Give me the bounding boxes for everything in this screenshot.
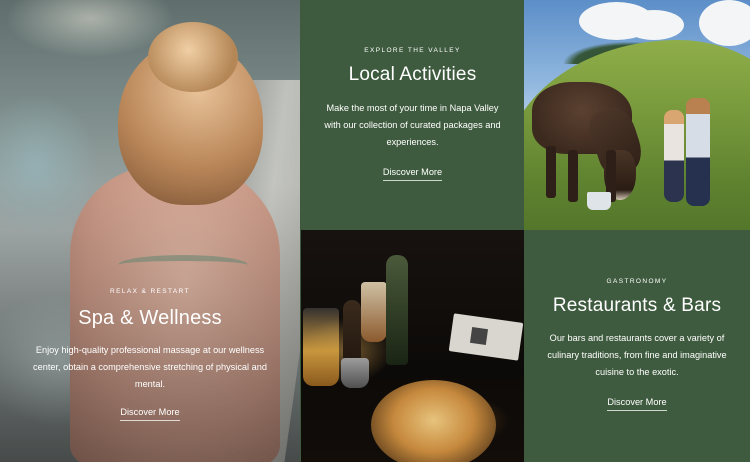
spa-title: Spa & Wellness xyxy=(78,307,222,329)
child-figure xyxy=(664,110,684,202)
activities-eyebrow: EXPLORE THE VALLEY xyxy=(364,47,461,54)
activities-text-block: EXPLORE THE VALLEY Local Activities Make… xyxy=(301,47,524,181)
children-with-cow-photo xyxy=(524,0,750,230)
restaurants-eyebrow: GASTRONOMY xyxy=(606,278,668,285)
restaurants-title: Restaurants & Bars xyxy=(552,295,722,316)
restaurants-text-block: GASTRONOMY Restaurants & Bars Our bars a… xyxy=(524,278,750,411)
spa-discover-more-link[interactable]: Discover More xyxy=(120,407,180,421)
activities-title: Local Activities xyxy=(348,64,477,85)
spa-description: Enjoy high-quality professional massage … xyxy=(33,345,267,389)
spa-text-block: RELAX & RESTART Spa & Wellness Enjoy hig… xyxy=(0,288,300,421)
restaurant-dish-photo xyxy=(301,230,524,462)
spa-eyebrow: RELAX & RESTART xyxy=(110,288,190,295)
activities-description: Make the most of your time in Napa Valle… xyxy=(324,103,501,147)
local-activities-tile: EXPLORE THE VALLEY Local Activities Make… xyxy=(301,0,524,230)
restaurants-discover-more-link[interactable]: Discover More xyxy=(607,397,667,411)
restaurants-description: Our bars and restaurants cover a variety… xyxy=(547,333,727,377)
restaurants-bars-tile: GASTRONOMY Restaurants & Bars Our bars a… xyxy=(524,230,750,462)
spa-wellness-tile: RELAX & RESTART Spa & Wellness Enjoy hig… xyxy=(0,0,300,462)
activities-discover-more-link[interactable]: Discover More xyxy=(382,167,443,181)
child-figure xyxy=(686,98,710,206)
